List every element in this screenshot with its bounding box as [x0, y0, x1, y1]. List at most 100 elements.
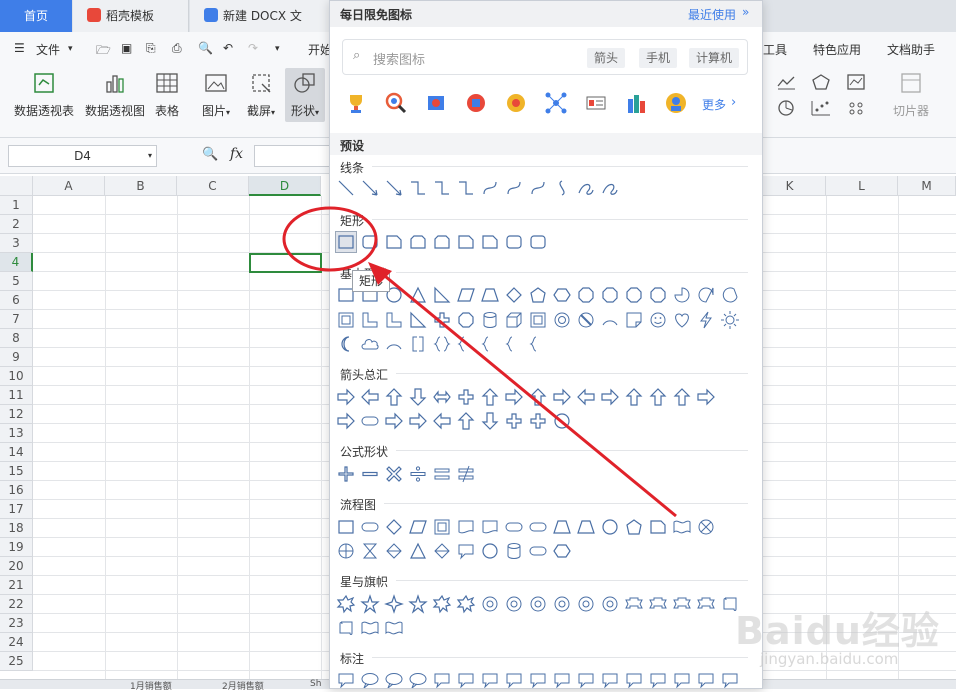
shape-divide[interactable] [408, 464, 428, 484]
shape-callout[interactable] [432, 670, 452, 688]
search-chip[interactable]: 手机 [639, 48, 678, 68]
shape-callout[interactable] [648, 670, 668, 688]
search-input[interactable]: 搜索图标 [373, 49, 425, 68]
pivot-table-button[interactable]: 数据透视表 [12, 70, 76, 119]
shape-octa[interactable] [600, 285, 620, 305]
shape-arrowR[interactable] [336, 387, 356, 407]
row-header[interactable]: 18 [0, 519, 33, 538]
shape-snip[interactable] [648, 517, 668, 537]
shape-loop[interactable] [576, 178, 596, 198]
shape-para[interactable] [408, 517, 428, 537]
shape-elbow[interactable] [456, 178, 476, 198]
shape-arrowL[interactable] [432, 411, 452, 431]
chevron-right-icon[interactable]: › [731, 95, 736, 110]
shape-octa[interactable] [648, 285, 668, 305]
menu-tools[interactable]: 工具 [763, 41, 787, 58]
sheet-tab[interactable]: 1月销售额 [130, 679, 172, 692]
shape-snip2[interactable] [432, 232, 452, 252]
shape-elbow[interactable] [432, 178, 452, 198]
shape-callout[interactable] [480, 670, 500, 688]
menu-file[interactable]: 文件 [36, 41, 60, 58]
shape-num[interactable] [528, 594, 548, 614]
column-header[interactable]: K [754, 176, 826, 196]
shape-cyl[interactable] [504, 541, 524, 561]
shape-num[interactable] [552, 594, 572, 614]
row-header[interactable]: 21 [0, 576, 33, 595]
shape-terminator[interactable] [528, 541, 548, 561]
shape-scroll[interactable] [336, 618, 356, 638]
row-header[interactable]: 6 [0, 291, 33, 310]
shape-wave[interactable] [384, 618, 404, 638]
shape-circle[interactable] [600, 517, 620, 537]
shape-callout[interactable] [552, 670, 572, 688]
formula-input[interactable] [254, 145, 330, 167]
column-header[interactable]: D [249, 176, 321, 196]
shape-pcircle[interactable] [336, 541, 356, 561]
shape-cross[interactable] [528, 411, 548, 431]
free-icon-trophy-icon[interactable] [344, 91, 368, 115]
shape-hexa[interactable] [552, 285, 572, 305]
hamburger-icon[interactable]: ☰ [14, 41, 25, 55]
shape-frame[interactable] [528, 310, 548, 330]
shape-ribbon[interactable] [648, 594, 668, 614]
redo-icon[interactable]: ↷ [248, 41, 258, 55]
shape-equal[interactable] [432, 464, 452, 484]
shape-doc[interactable] [480, 517, 500, 537]
shape-num[interactable] [576, 594, 596, 614]
row-header[interactable]: 11 [0, 386, 33, 405]
shape-loop[interactable] [600, 178, 620, 198]
shape-burst[interactable] [456, 594, 476, 614]
shape-arrowR[interactable] [600, 387, 620, 407]
save-icon[interactable]: ▣ [121, 41, 132, 55]
shape-brace[interactable] [528, 334, 548, 354]
shape-snip[interactable] [480, 232, 500, 252]
row-header[interactable]: 24 [0, 633, 33, 652]
shape-terminator[interactable] [360, 411, 380, 431]
search-chip[interactable]: 箭头 [587, 48, 626, 68]
shape-hourglass[interactable] [360, 541, 380, 561]
zoom-icon[interactable]: 🔍 [202, 147, 218, 162]
tab-docx[interactable]: 新建 DOCX 文档.do [190, 0, 330, 55]
screenshot-button[interactable]: 截屏▾ [242, 70, 280, 119]
shape-scurve[interactable] [552, 178, 572, 198]
row-header[interactable]: 16 [0, 481, 33, 500]
shape-cross[interactable] [432, 310, 452, 330]
shape-diamond[interactable] [504, 285, 524, 305]
shape-terminator[interactable] [360, 517, 380, 537]
free-icon-person-icon[interactable] [664, 91, 688, 115]
column-header[interactable]: M [898, 176, 956, 196]
free-icon-building-icon[interactable] [624, 91, 648, 115]
chevron-down-icon[interactable]: ▾ [68, 44, 73, 54]
shape-cross[interactable] [504, 411, 524, 431]
shape-arc[interactable] [384, 334, 404, 354]
row-header[interactable]: 12 [0, 405, 33, 424]
shape-rtri[interactable] [432, 285, 452, 305]
shape-ovalcall[interactable] [408, 670, 428, 688]
pie-chart-icon[interactable] [766, 98, 800, 118]
shape-moon[interactable] [336, 334, 356, 354]
recent-link[interactable]: 最近使用 [688, 6, 736, 23]
double-chevron-right-icon[interactable]: » [742, 5, 749, 19]
icon-search-box[interactable]: ⌕ 搜索图标 箭头 手机 计算机 [342, 39, 748, 75]
shape-ribbon[interactable] [696, 594, 716, 614]
shapes-button[interactable]: 形状▾ [285, 68, 325, 122]
select-all-corner[interactable] [0, 176, 33, 196]
shape-pie[interactable] [672, 285, 692, 305]
row-header[interactable]: 4 [0, 253, 33, 272]
shape-teardrop[interactable] [696, 285, 716, 305]
shape-minus[interactable] [360, 464, 380, 484]
shape-callout[interactable] [456, 670, 476, 688]
combo-chart-icon[interactable] [840, 98, 874, 118]
shape-ovalcall[interactable] [360, 670, 380, 688]
preview-icon[interactable]: 🔍 [198, 41, 213, 55]
shape-sun[interactable] [720, 310, 740, 330]
shape-snip[interactable] [384, 232, 404, 252]
row-header[interactable]: 8 [0, 329, 33, 348]
row-header[interactable]: 9 [0, 348, 33, 367]
shape-arrowLR[interactable] [432, 387, 452, 407]
shape-arrowLine[interactable] [360, 178, 380, 198]
export-icon[interactable]: ⎘ [146, 41, 156, 56]
row-header[interactable]: 15 [0, 462, 33, 481]
shape-callout[interactable] [600, 670, 620, 688]
shape-arrowL[interactable] [360, 387, 380, 407]
